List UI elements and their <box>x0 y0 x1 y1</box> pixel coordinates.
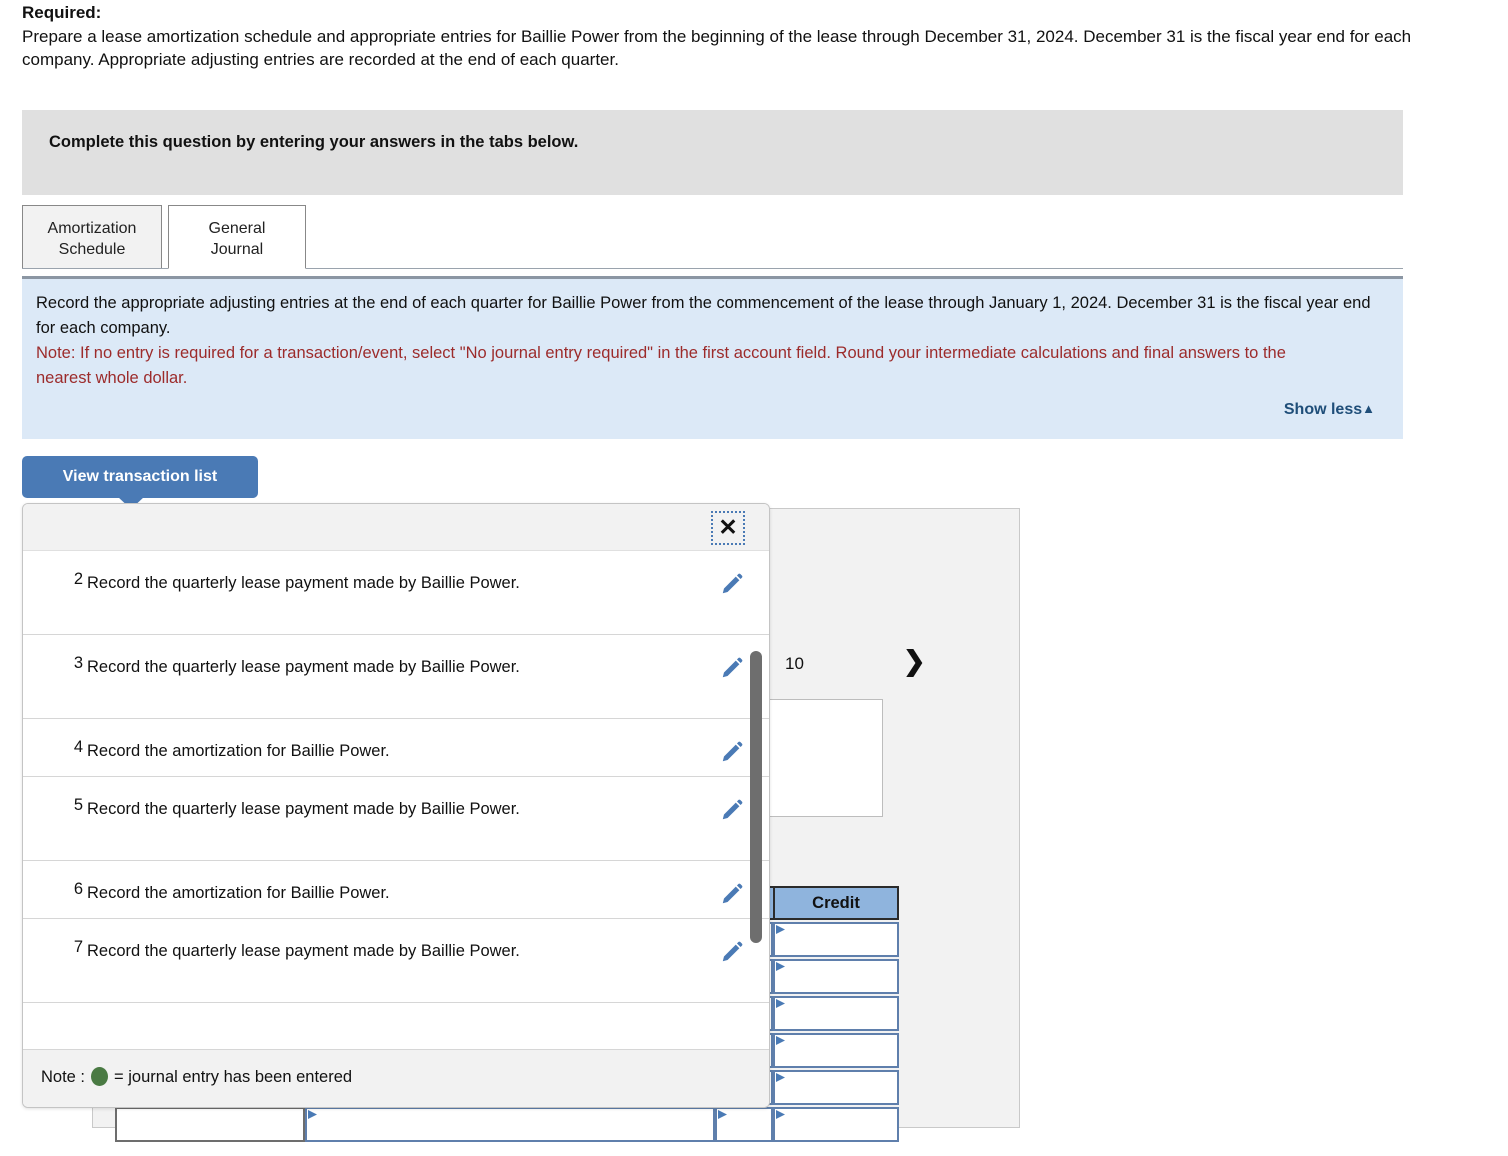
view-transaction-list-button[interactable]: View transaction list <box>22 456 258 509</box>
transaction-list-popup: ✕ 2 Record the quarterly lease payment ma… <box>22 503 770 1108</box>
pencil-edit-icon[interactable] <box>719 739 745 765</box>
transaction-number: 6 <box>73 880 83 898</box>
transaction-description: Record the quarterly lease payment made … <box>87 658 520 676</box>
transaction-row[interactable]: 3 Record the quarterly lease payment made… <box>23 635 769 719</box>
instruction-panel: Record the appropriate adjusting entries… <box>22 276 1403 439</box>
complete-question-banner-text: Complete this question by entering your … <box>49 133 579 151</box>
close-icon[interactable]: ✕ <box>711 511 745 545</box>
cell-marker-icon <box>776 1110 785 1119</box>
transaction-popup-footer: Note : = journal entry has been entered <box>23 1049 769 1107</box>
show-less-caret-icon: ▲ <box>1362 401 1375 416</box>
transaction-list-scrollbar[interactable] <box>749 551 763 1048</box>
transaction-number: 3 <box>73 654 83 672</box>
required-body: Prepare a lease amortization schedule an… <box>22 27 1412 69</box>
transaction-popup-header: ✕ <box>23 504 769 551</box>
transaction-description: Record the quarterly lease payment made … <box>87 574 520 592</box>
cell-marker-icon <box>718 1110 727 1119</box>
view-transaction-list-label: View transaction list <box>62 468 218 485</box>
tab-general-journal-line2: Journal <box>210 241 264 258</box>
tab-amortization-schedule[interactable]: Amortization Schedule <box>22 205 162 269</box>
entered-indicator-dot-icon <box>91 1067 109 1086</box>
cell-marker-icon <box>776 1073 785 1082</box>
scrollbar-thumb[interactable] <box>750 651 762 943</box>
cell-marker-icon <box>776 925 785 934</box>
transaction-number: 2 <box>73 570 83 588</box>
transaction-list-spacer <box>23 1003 769 1017</box>
complete-question-banner: Complete this question by entering your … <box>22 110 1403 195</box>
journal-grid-row <box>93 1107 899 1144</box>
required-section: Required: Prepare a lease amortization s… <box>22 2 1432 71</box>
legend-note: Note : = journal entry has been entered <box>41 1067 352 1087</box>
show-less-toggle[interactable]: Show less▲ <box>1284 401 1375 419</box>
cell-marker-icon <box>776 962 785 971</box>
journal-cell-credit[interactable] <box>773 959 899 994</box>
transaction-number: 4 <box>73 738 83 756</box>
cell-marker-icon <box>308 1110 317 1119</box>
cell-marker-icon <box>776 999 785 1008</box>
journal-grid-header-credit: Credit <box>773 886 899 920</box>
transaction-number: 7 <box>73 938 83 956</box>
cell-marker-icon <box>776 1036 785 1045</box>
transaction-description: Record the amortization for Baillie Powe… <box>87 742 390 760</box>
transaction-row[interactable]: 5 Record the quarterly lease payment made… <box>23 777 769 861</box>
transaction-number: 5 <box>73 796 83 814</box>
transaction-row[interactable]: 7 Record the quarterly lease payment made… <box>23 919 769 1003</box>
transaction-description: Record the amortization for Baillie Powe… <box>87 884 390 902</box>
transaction-row[interactable]: 2 Record the quarterly lease payment made… <box>23 551 769 635</box>
tab-general-journal-line1: General <box>208 220 266 237</box>
journal-cell-debit[interactable] <box>715 1107 773 1142</box>
show-less-label: Show less <box>1283 401 1363 418</box>
journal-cell-credit[interactable] <box>773 1070 899 1105</box>
journal-cell-acct[interactable] <box>115 1107 305 1142</box>
transaction-row[interactable]: 6 Record the amortization for Baillie Pow… <box>23 861 769 919</box>
journal-cell-credit[interactable] <box>773 1033 899 1068</box>
pencil-edit-icon[interactable] <box>719 571 745 597</box>
tabstrip: Amortization Schedule General Journal <box>22 205 1403 273</box>
instruction-main-text: Record the appropriate adjusting entries… <box>36 294 1371 337</box>
transaction-description: Record the quarterly lease payment made … <box>87 942 520 960</box>
pagination-page-number: 10 <box>785 654 804 673</box>
pencil-edit-icon[interactable] <box>719 939 745 965</box>
pencil-edit-icon[interactable] <box>719 797 745 823</box>
pencil-edit-icon[interactable] <box>719 655 745 681</box>
journal-cell-credit[interactable] <box>773 1107 899 1142</box>
transaction-row[interactable]: 4 Record the amortization for Baillie Pow… <box>23 719 769 777</box>
tab-amortization-schedule-line1: Amortization <box>47 220 137 237</box>
required-heading: Required: <box>22 3 102 22</box>
journal-cell-credit[interactable] <box>773 996 899 1031</box>
legend-note-suffix: = journal entry has been entered <box>114 1068 353 1086</box>
transaction-list: 2 Record the quarterly lease payment made… <box>23 551 769 1048</box>
instruction-note-text: Note: If no entry is required for a tran… <box>36 344 1286 387</box>
tab-amortization-schedule-line2: Schedule <box>58 241 126 258</box>
journal-cell-credit[interactable] <box>773 922 899 957</box>
pagination-next-icon[interactable]: ❯ <box>903 646 926 677</box>
journal-cell-desc[interactable] <box>305 1107 715 1142</box>
legend-note-prefix: Note : <box>41 1068 86 1086</box>
pencil-edit-icon[interactable] <box>719 881 745 907</box>
tab-general-journal[interactable]: General Journal <box>168 205 306 269</box>
transaction-description: Record the quarterly lease payment made … <box>87 800 520 818</box>
